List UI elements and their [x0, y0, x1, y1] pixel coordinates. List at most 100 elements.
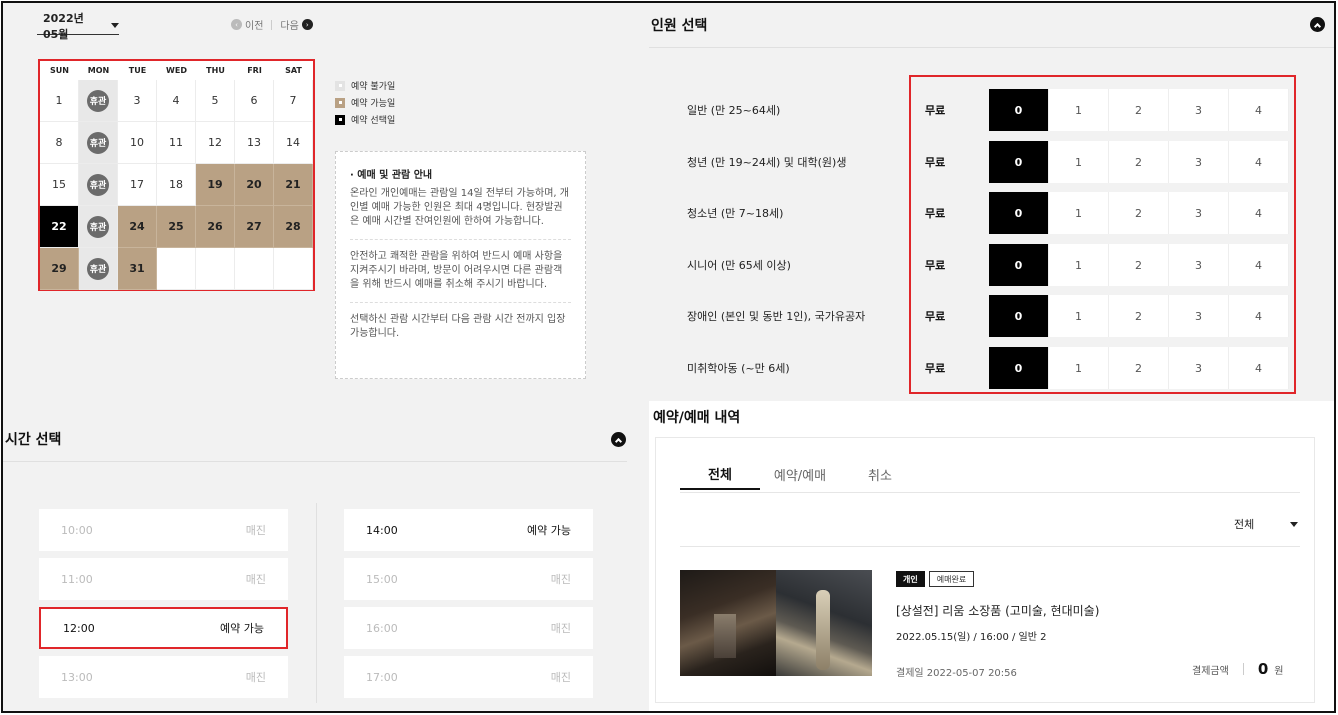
calendar-day[interactable]: 휴관	[79, 164, 118, 206]
calendar-day[interactable]: 4	[157, 80, 196, 122]
calendar-day[interactable]: 24	[118, 206, 157, 248]
count-option-0[interactable]: 0	[989, 192, 1049, 234]
count-option-4[interactable]: 4	[1229, 192, 1289, 234]
day-number: 31	[129, 262, 145, 275]
count-option-1[interactable]: 1	[1049, 141, 1109, 183]
time-slot-1700[interactable]: 17:00 매진	[344, 656, 593, 698]
calendar-day[interactable]: 21	[274, 164, 313, 206]
calendar-day[interactable]: 20	[235, 164, 274, 206]
month-select[interactable]: 2022년 05월	[37, 12, 119, 41]
count-option-2[interactable]: 2	[1109, 347, 1169, 389]
count-option-1[interactable]: 1	[1049, 192, 1109, 234]
calendar-day[interactable]: 3	[118, 80, 157, 122]
calendar-day[interactable]: 29	[40, 248, 79, 290]
calendar-day[interactable]: 11	[157, 122, 196, 164]
time-slot-1100[interactable]: 11:00 매진	[39, 558, 288, 600]
calendar-day[interactable]: 31	[118, 248, 157, 290]
time-slot-1500[interactable]: 15:00 매진	[344, 558, 593, 600]
people-row: 청년 (만 19~24세) 및 대학(원)생 무료 0 1 2 3 4	[649, 141, 1334, 183]
time-slot-1400[interactable]: 14:00 예약 가능	[344, 509, 593, 551]
count-option-3[interactable]: 3	[1169, 347, 1229, 389]
people-category-label: 미취학아동 (~만 6세)	[687, 362, 790, 375]
count-option-4[interactable]: 4	[1229, 141, 1289, 183]
calendar-legend: 예약 불가일 예약 가능일 예약 선택일	[335, 77, 395, 128]
count-option-4[interactable]: 4	[1229, 295, 1289, 337]
tab-all[interactable]: 전체	[680, 458, 760, 490]
count-option-2[interactable]: 2	[1109, 244, 1169, 286]
notice-paragraph: 안전하고 쾌적한 관람을 위하여 반드시 예매 사항을 지켜주시기 바라며, 방…	[350, 239, 571, 302]
count-option-4[interactable]: 4	[1229, 347, 1289, 389]
calendar-day[interactable]: 19	[196, 164, 235, 206]
time-slot-1300[interactable]: 13:00 매진	[39, 656, 288, 698]
exhibition-thumbnail[interactable]	[680, 570, 872, 676]
calendar-day[interactable]: 17	[118, 164, 157, 206]
history-item-title[interactable]: [상설전] 리움 소장품 (고미술, 현대미술)	[896, 602, 1099, 619]
count-option-2[interactable]: 2	[1109, 192, 1169, 234]
day-number: 8	[55, 136, 63, 149]
count-option-1[interactable]: 1	[1049, 295, 1109, 337]
calendar-day[interactable]: 휴관	[79, 122, 118, 164]
day-number: 12	[208, 136, 222, 149]
count-option-1[interactable]: 1	[1049, 89, 1109, 131]
count-option-0[interactable]: 0	[989, 347, 1049, 389]
chevron-up-icon	[614, 437, 623, 445]
calendar-day[interactable]: 휴관	[79, 80, 118, 122]
count-option-2[interactable]: 2	[1109, 295, 1169, 337]
count-option-1[interactable]: 1	[1049, 244, 1109, 286]
calendar-day[interactable]: 7	[274, 80, 313, 122]
month-nav: ‹ 이전 다음 ›	[231, 17, 313, 32]
chevron-right-icon[interactable]: ›	[301, 19, 313, 30]
next-month-button[interactable]: 다음	[280, 17, 298, 32]
calendar-day[interactable]: 12	[196, 122, 235, 164]
calendar-day[interactable]: 28	[274, 206, 313, 248]
day-number: 20	[246, 178, 262, 191]
tab-cancel[interactable]: 취소	[840, 458, 920, 490]
count-option-0[interactable]: 0	[989, 141, 1049, 183]
price-label: 무료	[925, 207, 946, 220]
time-slot-1000[interactable]: 10:00 매진	[39, 509, 288, 551]
count-option-4[interactable]: 4	[1229, 244, 1289, 286]
price-label: 무료	[925, 259, 946, 272]
month-label: 2022년 05월	[43, 11, 84, 41]
people-category-label: 청년 (만 19~24세) 및 대학(원)생	[687, 156, 847, 169]
count-option-3[interactable]: 3	[1169, 295, 1229, 337]
time-slot-1600[interactable]: 16:00 매진	[344, 607, 593, 649]
time-slot-1200[interactable]: 12:00 예약 가능	[39, 607, 288, 649]
calendar-day[interactable]: 15	[40, 164, 79, 206]
count-option-0[interactable]: 0	[989, 89, 1049, 131]
calendar-day[interactable]: 25	[157, 206, 196, 248]
calendar-day[interactable]: 5	[196, 80, 235, 122]
prev-month-button[interactable]: 이전	[245, 17, 263, 32]
count-option-0[interactable]: 0	[989, 244, 1049, 286]
count-option-1[interactable]: 1	[1049, 347, 1109, 389]
count-option-3[interactable]: 3	[1169, 89, 1229, 131]
count-option-3[interactable]: 3	[1169, 192, 1229, 234]
weekday-label: THU	[206, 66, 225, 75]
count-option-4[interactable]: 4	[1229, 89, 1289, 131]
people-category-label: 청소년 (만 7~18세)	[687, 207, 784, 220]
calendar-day[interactable]: 13	[235, 122, 274, 164]
calendar-day[interactable]: 27	[235, 206, 274, 248]
calendar-day[interactable]: 8	[40, 122, 79, 164]
calendar-day[interactable]: 26	[196, 206, 235, 248]
tab-booking[interactable]: 예약/예매	[760, 458, 840, 490]
calendar-day[interactable]: 14	[274, 122, 313, 164]
calendar-day[interactable]: 18	[157, 164, 196, 206]
calendar-day[interactable]: 휴관	[79, 248, 118, 290]
count-option-2[interactable]: 2	[1109, 141, 1169, 183]
collapse-time-toggle[interactable]	[611, 432, 626, 447]
calendar-day[interactable]: 10	[118, 122, 157, 164]
history-filter-select[interactable]: 전체	[1234, 516, 1299, 532]
calendar-day[interactable]: 1	[40, 80, 79, 122]
chevron-left-icon[interactable]: ‹	[231, 19, 242, 30]
calendar-day[interactable]: 22	[40, 206, 79, 248]
count-option-2[interactable]: 2	[1109, 89, 1169, 131]
count-option-3[interactable]: 3	[1169, 141, 1229, 183]
count-option-0[interactable]: 0	[989, 295, 1049, 337]
collapse-people-toggle[interactable]	[1310, 17, 1325, 32]
day-number: 22	[51, 220, 67, 233]
calendar-day[interactable]: 6	[235, 80, 274, 122]
day-number: 17	[130, 178, 144, 191]
count-option-3[interactable]: 3	[1169, 244, 1229, 286]
calendar-day[interactable]: 휴관	[79, 206, 118, 248]
